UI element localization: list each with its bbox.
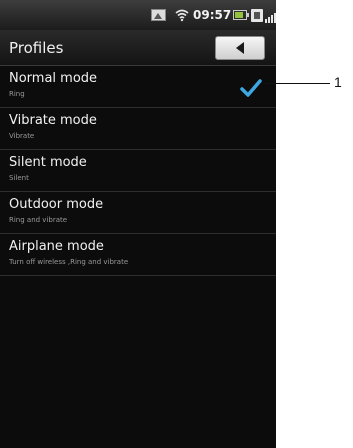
profile-item-silent[interactable]: Silent mode Silent [0,150,276,192]
page-title: Profiles [9,39,64,57]
profile-label: Airplane mode [9,239,104,254]
profile-description: Ring and vibrate [9,216,68,224]
gallery-icon [149,0,167,30]
title-bar: Profiles [0,30,276,66]
profile-description: Ring [9,90,25,98]
profile-label: Silent mode [9,155,87,170]
profile-description: Vibrate [9,132,35,140]
profile-description: Turn off wireless ,Ring and vibrate [9,258,129,266]
battery-icon [233,0,251,30]
profile-label: Outdoor mode [9,197,104,212]
profile-item-vibrate[interactable]: Vibrate mode Vibrate [0,108,276,150]
signal-icon [265,0,276,30]
profile-label: Normal mode [9,71,98,86]
profiles-list: Normal mode Ring Vibrate mode Vibrate Si… [0,66,276,276]
callout-number: 1 [334,74,342,90]
phone-screen: 09:57 Profiles Normal mode Ring Vibrate … [0,0,276,448]
profile-item-normal[interactable]: Normal mode Ring [0,66,276,108]
status-time: 09:57 [193,8,232,22]
status-bar: 09:57 [0,0,276,30]
back-button[interactable] [215,36,265,60]
wifi-icon [173,0,191,30]
profile-description: Silent [9,174,29,182]
callout-line [264,83,330,84]
profile-label: Vibrate mode [9,113,97,128]
profile-item-airplane[interactable]: Airplane mode Turn off wireless ,Ring an… [0,234,276,276]
data-icon [251,0,265,30]
profile-item-outdoor[interactable]: Outdoor mode Ring and vibrate [0,192,276,234]
back-arrow-icon [236,42,244,54]
checkmark-icon [240,79,262,97]
